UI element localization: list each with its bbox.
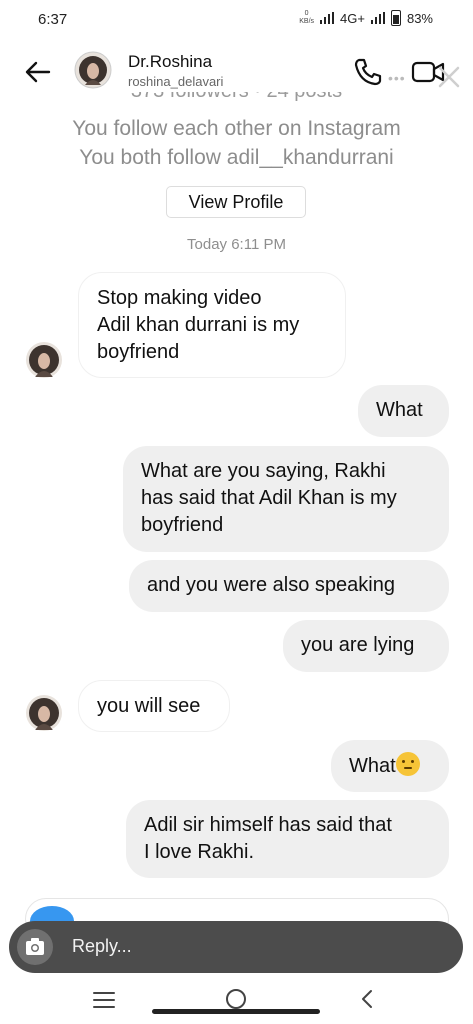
nav-back-icon[interactable] (356, 987, 380, 1011)
battery-icon (390, 10, 401, 26)
close-icon[interactable] (434, 62, 464, 92)
sender-avatar[interactable] (25, 341, 63, 379)
network-type: 4G+ (340, 10, 365, 26)
signal-icon (320, 12, 335, 24)
camera-glyph (26, 938, 44, 955)
reply-input[interactable]: Reply... (72, 936, 132, 957)
net-speed-value: 0 (304, 10, 309, 17)
message-line: boyfriend (141, 514, 224, 536)
follower-count-cut: 373 followers · 24 posts (0, 92, 473, 106)
camera-icon[interactable] (17, 929, 53, 965)
message-line: Adil khan durrani is my (97, 314, 300, 336)
battery-percent: 83% (406, 10, 433, 26)
net-speed: 0 KB/s (299, 10, 314, 26)
message-bubble-outgoing[interactable]: What (358, 385, 449, 437)
message-bubble-incoming[interactable]: you will see (78, 680, 230, 732)
message-line: I love Rakhi. (144, 841, 255, 863)
message-bubble-outgoing[interactable]: Adil sir himself has said that I love Ra… (126, 800, 449, 878)
message-bubble-outgoing[interactable]: What (331, 740, 449, 792)
contact-avatar[interactable] (74, 51, 112, 89)
message-bubble-outgoing[interactable]: What are you saying, Rakhi has said that… (123, 446, 449, 552)
recent-apps-icon[interactable] (92, 990, 116, 1010)
back-arrow-icon[interactable] (22, 56, 54, 88)
message-line: Stop making video (97, 287, 262, 309)
message-line: Adil sir himself has said that (144, 814, 392, 836)
both-follow-text: You both follow adil__khandurrani (79, 146, 394, 169)
contact-username[interactable]: roshina_delavari (128, 74, 223, 89)
sender-avatar[interactable] (25, 694, 63, 732)
home-icon[interactable] (224, 987, 248, 1011)
mutual-follow-text: You follow each other on Instagram (72, 117, 401, 140)
message-timestamp: Today 6:11 PM (187, 236, 286, 253)
message-bubble-outgoing[interactable]: you are lying (283, 620, 449, 672)
net-speed-unit: KB/s (299, 18, 315, 25)
message-line: has said that Adil Khan is my (141, 487, 397, 509)
follower-count-text: 373 followers · 24 posts (131, 92, 342, 102)
message-line: What (349, 755, 396, 777)
message-line: boyfriend (97, 341, 180, 363)
home-indicator[interactable] (152, 1009, 320, 1014)
message-line: What are you saying, Rakhi (141, 460, 386, 482)
raised-eyebrow-emoji-icon (395, 752, 420, 776)
message-bubble-incoming[interactable]: Stop making video Adil khan durrani is m… (78, 272, 346, 378)
signal-icon-2 (370, 12, 385, 24)
overflow-dots: ••• (388, 70, 406, 86)
contact-name[interactable]: Dr.Roshina (128, 52, 212, 72)
status-indicators: 0 KB/s 4G+ 83% (299, 10, 433, 26)
message-line: and you were also speaking (147, 574, 395, 596)
phone-icon[interactable] (352, 56, 384, 88)
message-line: What (376, 399, 423, 421)
message-line: you are lying (301, 634, 415, 656)
status-time: 6:37 (38, 11, 68, 28)
view-profile-button[interactable]: View Profile (166, 186, 306, 218)
message-bubble-outgoing[interactable]: and you were also speaking (129, 560, 449, 612)
message-line: you will see (97, 695, 201, 717)
